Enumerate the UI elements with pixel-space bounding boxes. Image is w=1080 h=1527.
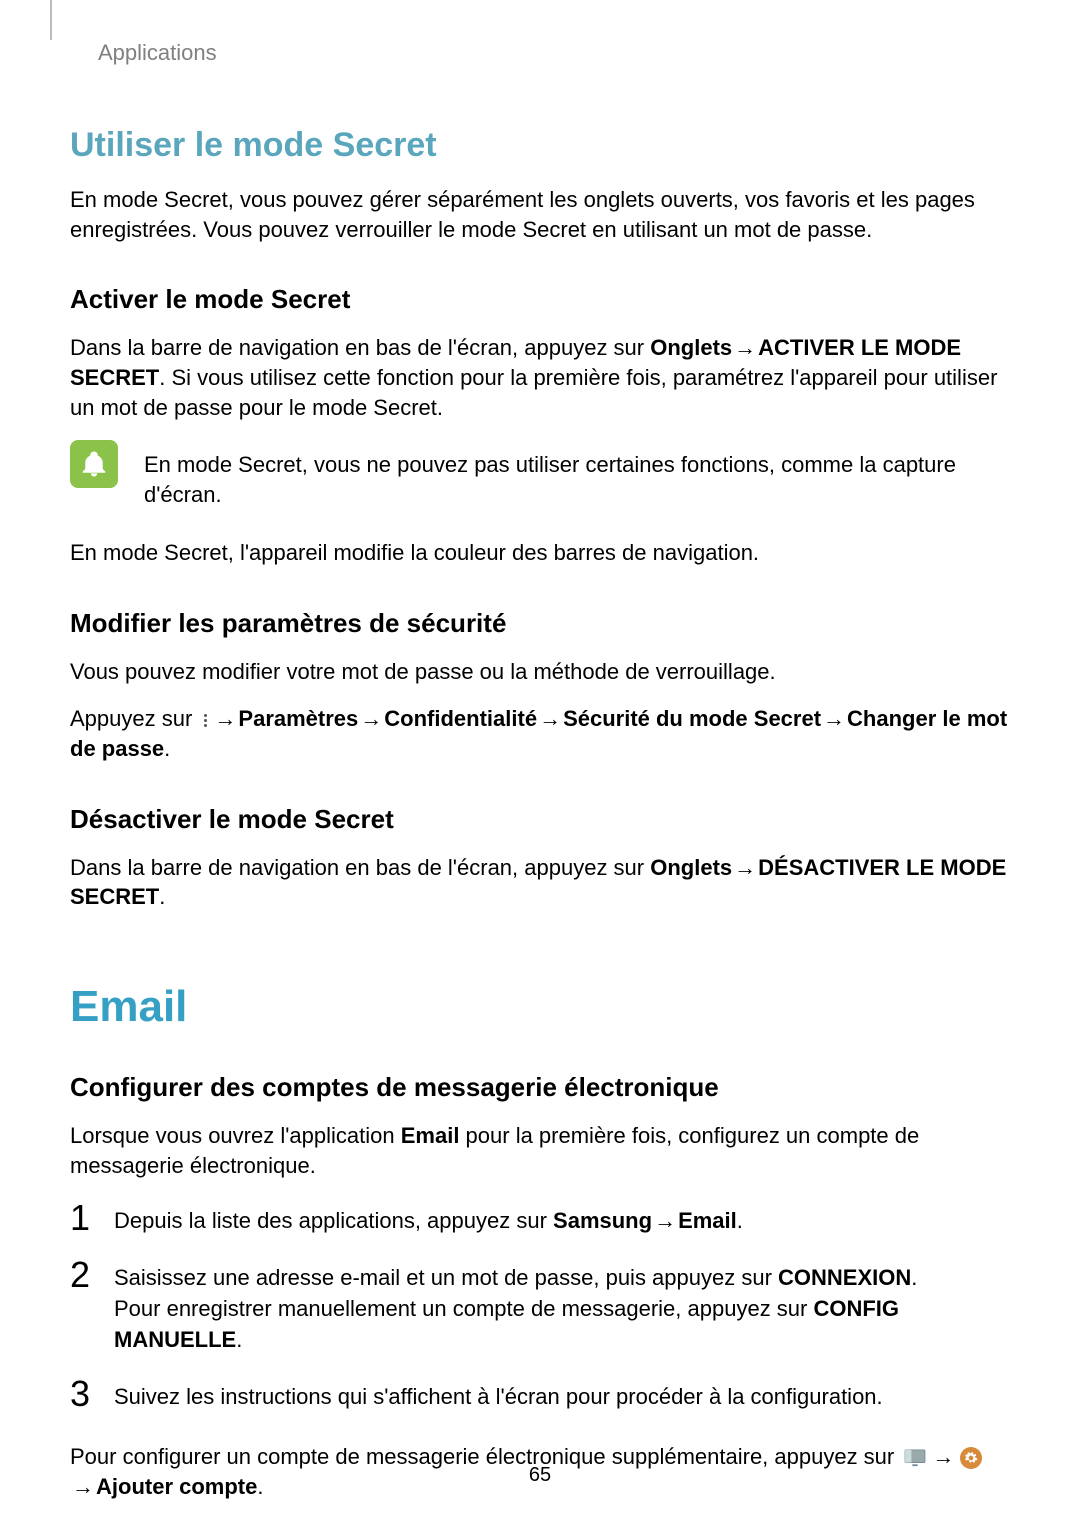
step-body: Saisissez une adresse e-mail et un mot d… (114, 1257, 1010, 1355)
more-vertical-icon (200, 709, 210, 731)
arrow-icon: → (537, 704, 563, 734)
arrow-icon: → (358, 704, 384, 734)
arrow-icon: → (732, 853, 758, 883)
step-body: Depuis la liste des applications, appuye… (114, 1200, 743, 1237)
text: . (236, 1327, 242, 1352)
subheading-deactivate: Désactiver le mode Secret (70, 804, 1010, 835)
step-2: 2 Saisissez une adresse e-mail et un mot… (70, 1257, 1010, 1355)
arrow-icon: → (732, 333, 758, 363)
text: Lorsque vous ouvrez l'application (70, 1123, 401, 1148)
text: Dans la barre de navigation en bas de l'… (70, 335, 650, 360)
configure-intro: Lorsque vous ouvrez l'application Email … (70, 1121, 1010, 1180)
arrow-icon: → (652, 1206, 678, 1237)
page-number: 65 (0, 1464, 1080, 1487)
deactivate-paragraph: Dans la barre de navigation en bas de l'… (70, 853, 1010, 912)
bold-parametres: Paramètres (238, 706, 358, 731)
text: . (737, 1208, 743, 1233)
note-text: En mode Secret, vous ne pouvez pas utili… (144, 440, 1010, 509)
arrow-icon: → (821, 704, 847, 734)
bold-securite: Sécurité du mode Secret (563, 706, 821, 731)
text: . (159, 884, 165, 909)
text: Pour enregistrer manuellement un compte … (114, 1296, 813, 1321)
text: . Si vous utilisez cette fonction pour l… (70, 365, 997, 420)
document-page: Applications Utiliser le mode Secret En … (0, 0, 1080, 1527)
info-note: En mode Secret, vous ne pouvez pas utili… (70, 440, 1010, 509)
section-heading-secret: Utiliser le mode Secret (70, 126, 1010, 165)
page-tab-edge (50, 0, 52, 40)
breadcrumb: Applications (98, 40, 1010, 66)
step-number: 2 (70, 1257, 106, 1293)
text: . (911, 1265, 917, 1290)
step-body: Suivez les instructions qui s'affichent … (114, 1376, 883, 1413)
text: . (164, 736, 170, 761)
bold-connexion: CONNEXION (778, 1265, 911, 1290)
text: Saisissez une adresse e-mail et un mot d… (114, 1265, 778, 1290)
text: Depuis la liste des applications, appuye… (114, 1208, 553, 1233)
step-number: 1 (70, 1200, 106, 1236)
step-3: 3 Suivez les instructions qui s'affichen… (70, 1376, 1010, 1413)
bold-onglets: Onglets (650, 855, 732, 880)
subheading-configure: Configurer des comptes de messagerie éle… (70, 1072, 1010, 1103)
subheading-modify: Modifier les paramètres de sécurité (70, 608, 1010, 639)
bold-onglets: Onglets (650, 335, 732, 360)
modify-path: Appuyez sur → Paramètres → Confidentiali… (70, 704, 1010, 763)
step-number: 3 (70, 1376, 106, 1412)
bold-email: Email (401, 1123, 460, 1148)
subheading-activate: Activer le mode Secret (70, 284, 1010, 315)
modify-intro: Vous pouvez modifier votre mot de passe … (70, 657, 1010, 687)
section-heading-email: Email (70, 982, 1010, 1032)
nav-color-note: En mode Secret, l'appareil modifie la co… (70, 538, 1010, 568)
step-1: 1 Depuis la liste des applications, appu… (70, 1200, 1010, 1237)
arrow-icon: → (212, 704, 238, 734)
bold-samsung: Samsung (553, 1208, 652, 1233)
activate-paragraph: Dans la barre de navigation en bas de l'… (70, 333, 1010, 422)
bold-confidentialite: Confidentialité (384, 706, 537, 731)
secret-intro: En mode Secret, vous pouvez gérer séparé… (70, 185, 1010, 244)
text: Dans la barre de navigation en bas de l'… (70, 855, 650, 880)
bell-icon (70, 440, 118, 488)
bold-email: Email (678, 1208, 737, 1233)
text: Appuyez sur (70, 706, 198, 731)
